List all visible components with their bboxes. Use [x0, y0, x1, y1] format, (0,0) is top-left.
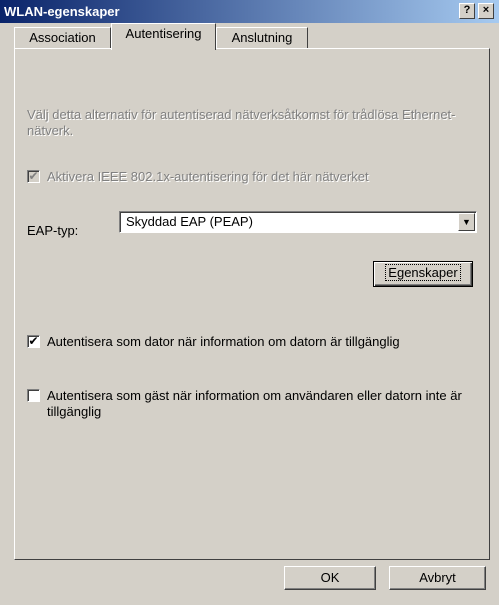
close-button[interactable]: ×	[478, 3, 494, 19]
ieee-8021x-checkbox[interactable]: ✔	[27, 170, 40, 183]
ieee-8021x-label: Aktivera IEEE 802.1x-autentisering för d…	[47, 169, 369, 184]
auth-as-computer-checkbox[interactable]: ✔	[27, 335, 40, 348]
cancel-button[interactable]: Avbryt	[389, 566, 486, 590]
ok-button[interactable]: OK	[284, 566, 376, 590]
dialog-window: WLAN-egenskaper ? × Association Autentis…	[0, 0, 499, 605]
tab-anslutning[interactable]: Anslutning	[216, 27, 308, 48]
tab-panel-autentisering: Välj detta alternativ för autentiserad n…	[14, 48, 490, 560]
eap-type-label: EAP-typ:	[27, 223, 79, 238]
check-mark-icon: ✔	[28, 169, 39, 183]
tab-association[interactable]: Association	[14, 27, 111, 48]
check-mark-icon: ✔	[28, 334, 39, 348]
eap-type-select[interactable]: Skyddad EAP (PEAP) ▼	[119, 211, 477, 233]
properties-button-label: Egenskaper	[385, 264, 461, 281]
eap-type-value: Skyddad EAP (PEAP)	[126, 214, 253, 229]
tab-autentisering[interactable]: Autentisering	[111, 23, 216, 50]
auth-as-guest-checkbox[interactable]	[27, 389, 40, 402]
help-button[interactable]: ?	[459, 3, 475, 19]
auth-as-guest-label: Autentisera som gäst när information om …	[47, 388, 462, 419]
window-title: WLAN-egenskaper	[4, 4, 120, 19]
auth-as-computer-label: Autentisera som dator när information om…	[47, 334, 400, 349]
chevron-down-icon[interactable]: ▼	[458, 213, 475, 231]
title-bar[interactable]: WLAN-egenskaper ? ×	[0, 0, 499, 23]
properties-button[interactable]: Egenskaper	[373, 261, 473, 287]
description-text: Välj detta alternativ för autentiserad n…	[27, 107, 456, 138]
